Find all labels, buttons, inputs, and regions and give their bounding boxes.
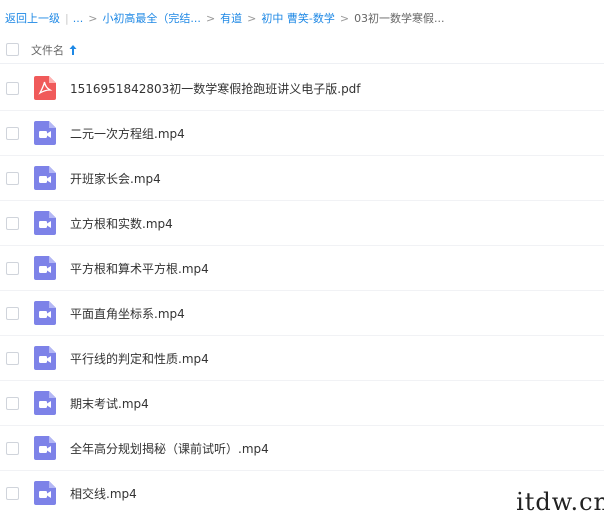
video-file-icon — [34, 301, 56, 325]
file-name[interactable]: 期末考试.mp4 — [70, 395, 149, 412]
video-file-icon — [34, 391, 56, 415]
file-name[interactable]: 1516951842803初一数学寒假抢跑班讲义电子版.pdf — [70, 80, 361, 97]
file-name[interactable]: 开班家长会.mp4 — [70, 170, 161, 187]
row-checkbox[interactable] — [6, 486, 19, 500]
row-checkbox[interactable] — [6, 216, 19, 230]
video-file-icon — [34, 211, 56, 235]
chevron-right-icon: > — [247, 11, 257, 25]
pdf-file-icon — [34, 76, 56, 100]
chevron-right-icon: > — [339, 11, 350, 25]
file-row[interactable]: 全年高分规划揭秘（课前试听）.mp4 — [0, 426, 604, 471]
list-header: 文件名 — [0, 36, 604, 64]
file-name[interactable]: 二元一次方程组.mp4 — [70, 125, 185, 142]
chevron-right-icon: > — [88, 11, 98, 25]
file-row[interactable]: 平行线的判定和性质.mp4 — [0, 336, 604, 381]
file-name[interactable]: 相交线.mp4 — [70, 485, 137, 502]
column-filename[interactable]: 文件名 — [31, 42, 64, 58]
video-file-icon — [34, 256, 56, 280]
file-row[interactable]: 开班家长会.mp4 — [0, 156, 604, 201]
chevron-right-icon: > — [205, 11, 216, 25]
file-name[interactable]: 平行线的判定和性质.mp4 — [70, 350, 209, 367]
row-checkbox[interactable] — [6, 81, 19, 95]
breadcrumb-ellipsis[interactable]: ... — [73, 12, 84, 25]
file-row[interactable]: 相交线.mp4 — [0, 471, 604, 512]
file-name[interactable]: 全年高分规划揭秘（课前试听）.mp4 — [70, 440, 269, 457]
row-checkbox[interactable] — [6, 306, 19, 320]
row-checkbox[interactable] — [6, 441, 19, 455]
sort-ascending-icon[interactable] — [68, 44, 78, 56]
video-file-icon — [34, 481, 56, 505]
breadcrumb-divider: | — [65, 11, 69, 25]
row-checkbox[interactable] — [6, 126, 19, 140]
file-row[interactable]: 1516951842803初一数学寒假抢跑班讲义电子版.pdf — [0, 66, 604, 111]
back-link[interactable]: 返回上一级 — [5, 10, 60, 26]
file-row[interactable]: 平面直角坐标系.mp4 — [0, 291, 604, 336]
file-row[interactable]: 期末考试.mp4 — [0, 381, 604, 426]
breadcrumb-current: 03初一数学寒假... — [354, 12, 445, 25]
row-checkbox[interactable] — [6, 351, 19, 365]
file-name[interactable]: 立方根和实数.mp4 — [70, 215, 173, 232]
file-row[interactable]: 二元一次方程组.mp4 — [0, 111, 604, 156]
breadcrumb: 返回上一级 | ... > 小初高最全（完结... > 有道 > 初中 曹笑-数… — [5, 10, 445, 26]
file-name[interactable]: 平面直角坐标系.mp4 — [70, 305, 185, 322]
video-file-icon — [34, 346, 56, 370]
file-name[interactable]: 平方根和算术平方根.mp4 — [70, 260, 209, 277]
breadcrumb-item[interactable]: 小初高最全（完结... — [102, 10, 201, 26]
row-checkbox[interactable] — [6, 396, 19, 410]
file-row[interactable]: 立方根和实数.mp4 — [0, 201, 604, 246]
video-file-icon — [34, 166, 56, 190]
row-checkbox[interactable] — [6, 171, 19, 185]
video-file-icon — [34, 121, 56, 145]
breadcrumb-item[interactable]: 初中 曹笑-数学 — [261, 10, 334, 26]
breadcrumb-item[interactable]: 有道 — [220, 10, 242, 26]
row-checkbox[interactable] — [6, 261, 19, 275]
select-all-checkbox[interactable] — [6, 43, 19, 56]
file-row[interactable]: 平方根和算术平方根.mp4 — [0, 246, 604, 291]
watermark-text: itdw.cn — [516, 488, 604, 512]
file-list: 1516951842803初一数学寒假抢跑班讲义电子版.pdf 二元一次方程组.m… — [0, 66, 604, 512]
video-file-icon — [34, 436, 56, 460]
